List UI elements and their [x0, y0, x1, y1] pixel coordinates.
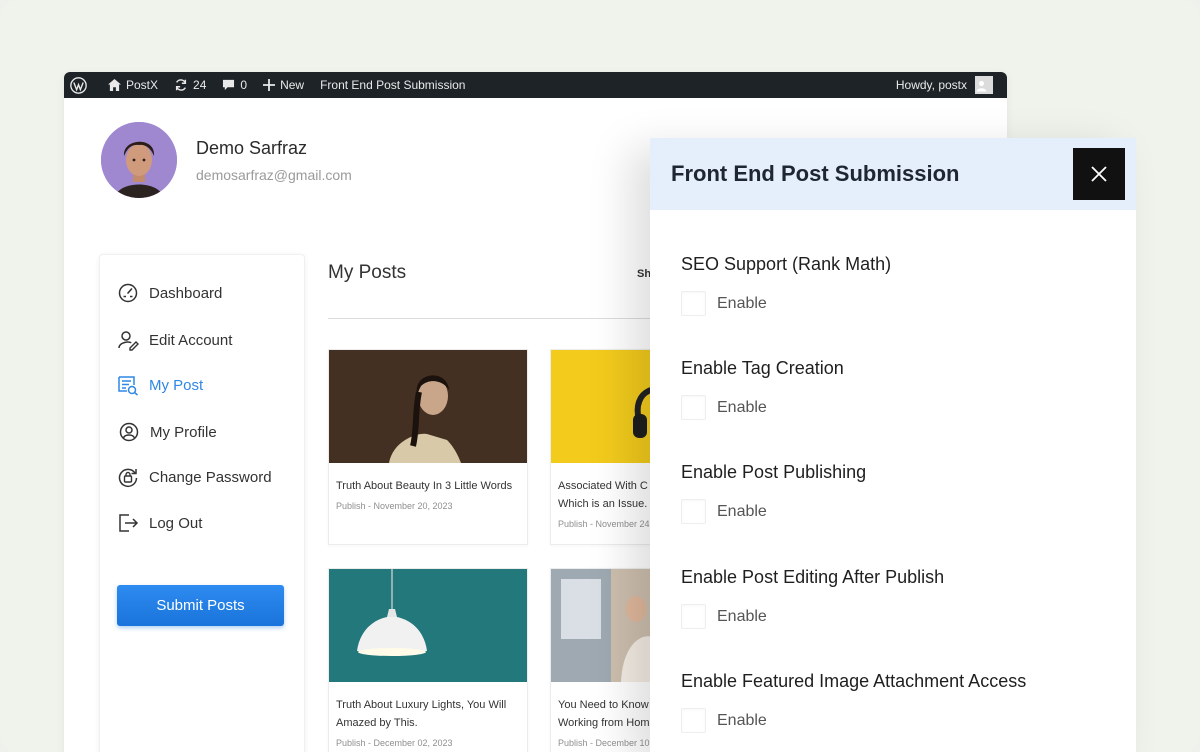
user-circle-icon: [119, 422, 139, 442]
panel-header: Front End Post Submission: [650, 138, 1136, 210]
post-title-line: Associated With C: [558, 480, 648, 492]
new-content-link[interactable]: New: [263, 78, 304, 92]
setting-label: Enable Post Editing After Publish: [681, 567, 945, 587]
account-sidebar: Dashboard Edit Account My Post My Profil…: [99, 254, 305, 752]
logout-icon: [119, 514, 139, 532]
profile-name-block: Demo Sarfraz demosarfraz@gmail.com: [196, 138, 352, 183]
wordpress-icon: [70, 76, 87, 94]
setting-label: Enable Featured Image Attachment Access: [681, 671, 1027, 691]
sidebar-item-log-out[interactable]: Log Out: [117, 512, 202, 534]
updates-count: 24: [193, 78, 207, 92]
profile-name: Demo Sarfraz: [196, 137, 308, 158]
checkbox-label[interactable]: Enable: [717, 608, 767, 626]
my-posts-title: My Posts: [328, 262, 407, 283]
checkbox-label[interactable]: Enable: [717, 295, 767, 313]
comments-link[interactable]: 0: [222, 78, 247, 92]
setting-label: Enable Post Publishing: [681, 462, 867, 482]
post-meta: Publish - November 20, 2023: [336, 501, 453, 511]
site-name: PostX: [126, 78, 159, 92]
post-meta: Publish - December 02, 2023: [336, 738, 453, 748]
avatar: [101, 122, 177, 198]
setting-featured-image: Enable Featured Image Attachment Access …: [681, 671, 1026, 733]
post-thumbnail: [329, 569, 527, 682]
setting-label: SEO Support (Rank Math): [681, 254, 892, 274]
post-title[interactable]: Truth About Beauty In 3 Little Words: [329, 477, 527, 495]
sidebar-item-label: My Post: [149, 376, 204, 394]
checkbox-label[interactable]: Enable: [717, 712, 767, 730]
plus-icon: [263, 79, 276, 91]
sort-filter-label[interactable]: Sh: [637, 268, 651, 280]
posts-divider: [328, 318, 688, 319]
page-link[interactable]: Front End Post Submission: [320, 78, 465, 92]
account-menu[interactable]: Howdy, postx: [896, 76, 993, 94]
enable-checkbox[interactable]: [681, 604, 706, 629]
avatar-photo-icon: [101, 122, 177, 198]
refresh-icon: [175, 79, 187, 91]
enable-checkbox[interactable]: [681, 291, 706, 316]
enable-checkbox[interactable]: [681, 395, 706, 420]
post-thumbnail: [329, 350, 527, 463]
setting-post-editing: Enable Post Editing After Publish Enable: [681, 567, 944, 629]
sidebar-item-label: Change Password: [149, 468, 272, 486]
sidebar-item-my-profile[interactable]: My Profile: [117, 421, 217, 443]
sidebar-item-edit-account[interactable]: Edit Account: [117, 329, 232, 351]
enable-checkbox[interactable]: [681, 708, 706, 733]
password-lock-icon: [118, 468, 138, 487]
setting-option[interactable]: Enable: [681, 395, 844, 420]
site-name-link[interactable]: PostX: [108, 78, 158, 92]
user-edit-icon: [118, 331, 139, 351]
close-button[interactable]: [1073, 148, 1125, 200]
settings-panel: Front End Post Submission SEO Support (R…: [650, 138, 1136, 752]
sidebar-item-label: My Profile: [150, 423, 217, 441]
comments-count: 0: [240, 78, 248, 92]
checkbox-label[interactable]: Enable: [717, 399, 767, 417]
new-label: New: [280, 78, 305, 92]
sidebar-item-change-password[interactable]: Change Password: [117, 466, 272, 488]
admin-bar: PostX 24 0 New Front End Post Submission: [64, 72, 1007, 98]
panel-title: Front End Post Submission: [671, 161, 960, 186]
wordpress-logo[interactable]: [70, 76, 92, 94]
profile-header: Demo Sarfraz demosarfraz@gmail.com: [101, 122, 352, 198]
profile-email: demosarfraz@gmail.com: [196, 166, 352, 183]
sidebar-item-dashboard[interactable]: Dashboard: [117, 282, 222, 304]
updates-link[interactable]: 24: [174, 78, 206, 92]
page-label: Front End Post Submission: [320, 78, 466, 92]
post-title-line: You Need to Know: [558, 699, 649, 711]
post-card[interactable]: Truth About Luxury Lights, You Will Amaz…: [328, 568, 528, 752]
sidebar-item-my-post[interactable]: My Post: [117, 374, 203, 396]
setting-option[interactable]: Enable: [681, 291, 891, 316]
sidebar-item-label: Edit Account: [149, 331, 233, 349]
setting-option[interactable]: Enable: [681, 499, 866, 524]
setting-seo-support: SEO Support (Rank Math) Enable: [681, 254, 891, 316]
setting-post-publishing: Enable Post Publishing Enable: [681, 462, 866, 524]
submit-posts-button[interactable]: Submit Posts: [117, 585, 284, 626]
post-title[interactable]: Truth About Luxury Lights, You Will Amaz…: [329, 696, 527, 732]
setting-option[interactable]: Enable: [681, 604, 944, 629]
howdy-text: Howdy, postx: [895, 78, 967, 92]
post-list-icon: [118, 376, 138, 396]
sidebar-item-label: Dashboard: [149, 284, 223, 302]
checkbox-label[interactable]: Enable: [717, 503, 767, 521]
post-card[interactable]: Truth About Beauty In 3 Little Words Pub…: [328, 349, 528, 545]
enable-checkbox[interactable]: [681, 499, 706, 524]
close-icon: [1091, 166, 1107, 182]
setting-tag-creation: Enable Tag Creation Enable: [681, 358, 844, 420]
user-avatar-icon: [975, 76, 993, 94]
sidebar-item-label: Log Out: [149, 514, 203, 532]
setting-label: Enable Tag Creation: [681, 358, 844, 378]
home-icon: [108, 79, 121, 91]
dashboard-gauge-icon: [118, 283, 138, 303]
setting-option[interactable]: Enable: [681, 708, 1026, 733]
post-title-line: Working from Hom: [558, 717, 650, 729]
post-title-line: Which is an Issue.: [558, 498, 648, 510]
comment-icon: [223, 79, 235, 91]
